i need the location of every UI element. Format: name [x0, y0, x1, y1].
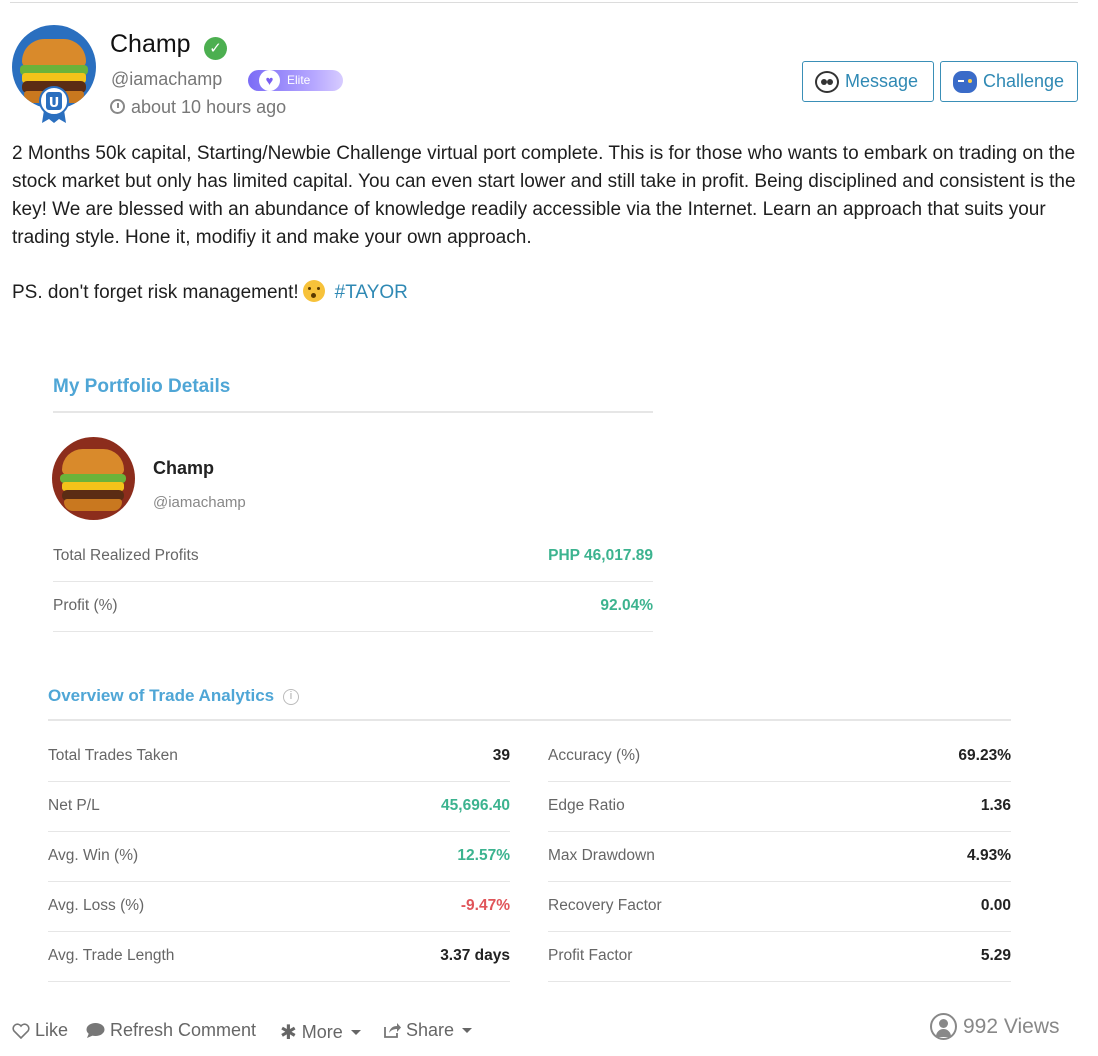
portfolio-title: My Portfolio Details: [53, 376, 231, 397]
analytics-row: Profit Factor 5.29: [548, 932, 1011, 982]
timestamp-text: about 10 hours ago: [131, 97, 287, 117]
hashtag-link[interactable]: #TAYOR: [335, 282, 408, 303]
portfolio-row: Profit (%) 92.04%: [53, 582, 653, 632]
analytics-row: Total Trades Taken 39: [48, 732, 510, 782]
top-divider: [10, 2, 1078, 3]
row-label: Edge Ratio: [548, 797, 625, 814]
row-label: Accuracy (%): [548, 747, 641, 764]
views-label: 992 Views: [963, 1014, 1060, 1038]
share-icon: [384, 1023, 401, 1038]
heart-icon: ♥: [259, 70, 280, 91]
challenge-button[interactable]: Challenge: [940, 61, 1078, 102]
heart-outline-icon: [12, 1022, 30, 1039]
portfolio-divider: [53, 411, 653, 413]
row-value: 0.00: [980, 897, 1011, 914]
row-value: 12.57%: [457, 847, 510, 864]
row-label: Total Trades Taken: [48, 747, 178, 764]
share-menu[interactable]: Share: [383, 1020, 473, 1041]
user-handle[interactable]: @iamachamp: [111, 69, 222, 90]
row-value: 45,696.40: [441, 797, 510, 814]
analytics-row: Avg. Loss (%) -9.47%: [48, 882, 510, 932]
elite-label: Elite: [287, 73, 311, 87]
refresh-label: Refresh Comment: [110, 1020, 257, 1040]
portfolio-avatar: [52, 437, 135, 520]
elite-badge: ♥ Elite: [248, 70, 343, 91]
check-circle-icon: ✓: [204, 37, 227, 60]
analytics-row: Edge Ratio 1.36: [548, 782, 1011, 832]
post-timestamp: about 10 hours ago: [110, 97, 286, 118]
message-button[interactable]: Message: [802, 61, 934, 102]
row-label: Total Realized Profits: [53, 547, 199, 564]
bun-bottom: [64, 499, 122, 511]
info-icon[interactable]: i: [283, 689, 299, 705]
row-value: 5.29: [980, 947, 1011, 964]
analytics-row: Max Drawdown 4.93%: [548, 832, 1011, 882]
like-button[interactable]: Like: [12, 1020, 68, 1041]
message-label: Message: [845, 71, 919, 91]
row-value: 92.04%: [600, 597, 653, 614]
row-value: 39: [492, 747, 510, 764]
row-label: Avg. Win (%): [48, 847, 139, 864]
row-label: Avg. Trade Length: [48, 947, 175, 964]
row-label: Avg. Loss (%): [48, 897, 145, 914]
clock-icon: [110, 99, 125, 114]
chevron-down-icon: [350, 1030, 361, 1035]
more-label: More: [301, 1022, 343, 1042]
row-label: Max Drawdown: [548, 847, 655, 864]
asterisk-icon: ✱: [280, 1022, 297, 1044]
analytics-row: Net P/L 45,696.40: [48, 782, 510, 832]
comment-icon: [86, 1023, 105, 1038]
gamepad-icon: [953, 70, 977, 93]
bun-top: [22, 39, 86, 67]
post-ps: PS. don't forget risk management! #TAYOR: [12, 279, 408, 307]
analytics-row: Recovery Factor 0.00: [548, 882, 1011, 932]
bun-top: [62, 449, 124, 475]
analytics-divider: [48, 719, 1011, 721]
row-label: Profit (%): [53, 597, 118, 614]
refresh-comment-button[interactable]: Refresh Comment: [86, 1020, 256, 1041]
user-circle-icon: [930, 1013, 957, 1040]
like-label: Like: [35, 1020, 69, 1040]
panda-icon: [815, 70, 839, 93]
ps-text: PS. don't forget risk management!: [12, 282, 299, 303]
analytics-row: Avg. Win (%) 12.57%: [48, 832, 510, 882]
portfolio-row: Total Realized Profits PHP 46,017.89: [53, 532, 653, 582]
analytics-title: Overview of Trade Analytics: [48, 686, 275, 705]
analytics-row: Avg. Trade Length 3.37 days: [48, 932, 510, 982]
row-label: Profit Factor: [548, 947, 633, 964]
row-value: 69.23%: [958, 747, 1011, 764]
row-value: -9.47%: [460, 897, 510, 914]
row-label: Recovery Factor: [548, 897, 662, 914]
row-value: 4.93%: [967, 847, 1011, 864]
row-value: PHP 46,017.89: [548, 547, 653, 564]
views-count: 992 Views: [930, 1013, 1060, 1040]
hushed-face-emoji-icon: [302, 280, 325, 302]
analytics-row: Accuracy (%) 69.23%: [548, 732, 1011, 782]
portfolio-handle: @iamachamp: [153, 494, 246, 511]
row-value: 3.37 days: [440, 947, 510, 964]
user-name[interactable]: Champ: [110, 30, 191, 59]
more-menu[interactable]: ✱ More: [280, 1020, 361, 1045]
svg-text:U: U: [49, 96, 60, 111]
ribbon-badge-icon: U: [39, 86, 69, 123]
challenge-label: Challenge: [983, 71, 1065, 91]
row-label: Net P/L: [48, 797, 100, 814]
chevron-down-icon: [462, 1028, 473, 1033]
post-body: 2 Months 50k capital, Starting/Newbie Ch…: [12, 143, 1076, 248]
row-value: 1.36: [980, 797, 1011, 814]
portfolio-name: Champ: [153, 458, 215, 478]
share-label: Share: [406, 1020, 455, 1040]
